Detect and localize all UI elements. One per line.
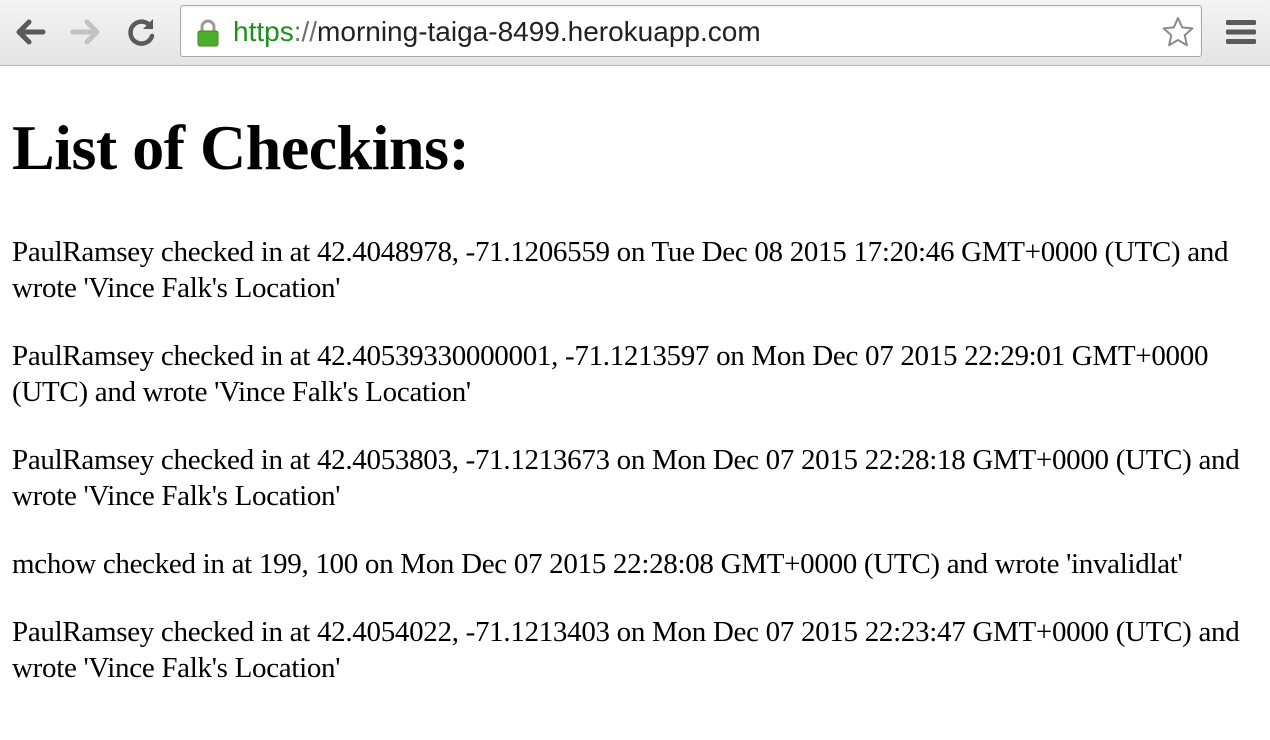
checkin-item: PaulRamsey checked in at 42.4053803, -71… <box>12 444 1240 512</box>
url-separator: :// <box>293 16 318 47</box>
lock-icon <box>197 19 219 47</box>
checkin-item: PaulRamsey checked in at 42.4048978, -71… <box>12 236 1229 304</box>
checkin-item: PaulRamsey checked in at 42.4054022, -71… <box>12 616 1240 684</box>
browser-toolbar: https://morning-taiga-8499.herokuapp.com <box>0 0 1270 66</box>
arrow-left-icon <box>16 19 46 45</box>
browser-menu-button[interactable] <box>1222 15 1260 49</box>
back-button[interactable] <box>10 14 50 50</box>
hamburger-menu-icon <box>1226 20 1256 44</box>
url-scheme: https <box>233 16 294 47</box>
address-bar[interactable]: https://morning-taiga-8499.herokuapp.com <box>180 5 1202 57</box>
page-content: List of Checkins: PaulRamsey checked in … <box>12 66 1262 686</box>
arrow-right-icon <box>70 19 100 45</box>
url-text: https://morning-taiga-8499.herokuapp.com <box>233 15 761 49</box>
checkin-item: mchow checked in at 199, 100 on Mon Dec … <box>12 548 1183 580</box>
checkin-list: PaulRamsey checked in at 42.4048978, -71… <box>12 234 1262 686</box>
url-host: morning-taiga-8499.herokuapp.com <box>317 16 761 47</box>
reload-icon <box>128 19 155 46</box>
page-title: List of Checkins: <box>12 112 470 183</box>
checkin-item: PaulRamsey checked in at 42.405393300000… <box>12 340 1209 408</box>
forward-button[interactable] <box>66 14 106 50</box>
reload-button[interactable] <box>122 14 162 50</box>
star-icon[interactable] <box>1161 15 1195 49</box>
